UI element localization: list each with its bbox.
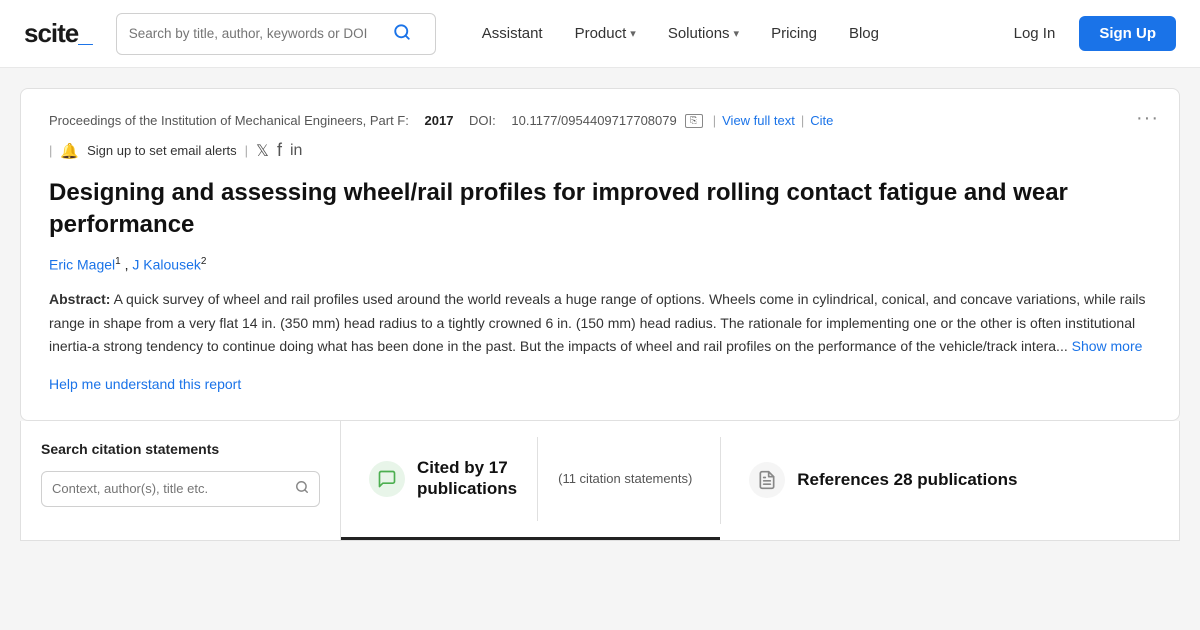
nav-item-product[interactable]: Product ▾ [561,17,650,50]
search-input[interactable] [129,26,389,41]
abstract-label: Abstract: [49,291,110,307]
show-more-link[interactable]: Show more [1072,338,1143,354]
search-bar[interactable] [116,13,436,55]
citation-search-field[interactable] [52,481,295,496]
view-full-text-link[interactable]: View full text [722,113,795,128]
nav-item-assistant[interactable]: Assistant [468,17,557,50]
more-options-button[interactable]: ··· [1136,107,1159,130]
tab-inner-divider [537,437,538,521]
article-meta: Proceedings of the Institution of Mechan… [49,113,1151,128]
login-button[interactable]: Log In [998,17,1072,50]
content-wrapper: ··· Proceedings of the Institution of Me… [0,68,1200,541]
chevron-down-icon: ▾ [734,27,740,40]
nav-item-blog[interactable]: Blog [835,17,893,50]
article-authors: Eric Magel1 , J Kalousek2 [49,256,1151,273]
references-label: References 28 publications [797,470,1017,490]
doi-value: 10.1177/0954409717708079 [511,113,676,128]
nav-actions: Log In Sign Up [998,16,1176,51]
author-link-eric-magel[interactable]: Eric Magel [49,256,115,272]
tab-cited-by[interactable]: Cited by 17publications (11 citation sta… [341,421,720,540]
nav-item-solutions[interactable]: Solutions ▾ [654,17,753,50]
journal-name: Proceedings of the Institution of Mechan… [49,113,409,128]
nav-item-pricing[interactable]: Pricing [757,17,831,50]
alerts-row: | 🔔 Sign up to set email alerts | 𝕏 f in [49,140,1151,161]
cite-link[interactable]: Cite [810,113,833,128]
tab-cited-text: Cited by 17publications [417,458,517,499]
logo-underscore: _ [78,18,91,49]
author-superscript-1: 1 [115,256,121,267]
linkedin-icon[interactable]: in [290,142,302,160]
navbar: scite_ Assistant Product ▾ Solutions ▾ P… [0,0,1200,68]
bell-icon: 🔔 [60,142,79,160]
logo[interactable]: scite_ [24,18,92,49]
search-icon [393,23,411,44]
twitter-icon[interactable]: 𝕏 [256,141,269,161]
abstract: Abstract: A quick survey of wheel and ra… [49,288,1151,357]
citation-statements-label: (11 citation statements) [558,471,692,486]
signup-button[interactable]: Sign Up [1079,16,1176,51]
publication-year: 2017 [425,113,454,128]
references-icon [749,462,785,498]
bottom-section: Search citation statements [20,421,1180,541]
search-citations-heading: Search citation statements [41,441,320,457]
meta-icons: ⎘ [685,114,703,128]
chevron-down-icon: ▾ [630,27,636,40]
citation-search-input[interactable] [41,471,320,507]
nav-links: Assistant Product ▾ Solutions ▾ Pricing … [468,17,998,50]
facebook-icon[interactable]: f [277,140,282,161]
author-link-j-kalousek[interactable]: J Kalousek [132,256,200,272]
logo-text: scite [24,18,78,49]
article-title: Designing and assessing wheel/rail profi… [49,177,1151,242]
separator: | [713,113,716,128]
chat-bubble-icon [369,461,405,497]
search-citations-panel: Search citation statements [21,421,341,540]
abstract-body: A quick survey of wheel and rail profile… [49,291,1145,353]
cited-by-label: Cited by 17publications [417,458,517,499]
alerts-label[interactable]: Sign up to set email alerts [87,143,237,158]
tab-references[interactable]: References 28 publications [721,421,1045,540]
search-icon-small [295,480,309,497]
article-card: ··· Proceedings of the Institution of Me… [20,88,1180,421]
author-superscript-2: 2 [201,256,207,267]
help-link[interactable]: Help me understand this report [49,376,241,392]
doi-label: DOI: [469,113,496,128]
copy-icon[interactable]: ⎘ [685,114,703,128]
separator: | [801,113,804,128]
tabs-panel: Cited by 17publications (11 citation sta… [341,421,1179,540]
